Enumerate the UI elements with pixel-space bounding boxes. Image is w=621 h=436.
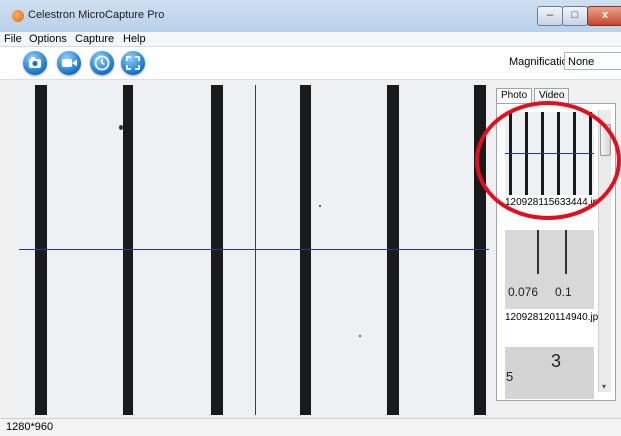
snapshot-icon[interactable] xyxy=(23,51,47,75)
scale-line xyxy=(300,85,311,415)
thumbnail-3[interactable]: 5 3 xyxy=(505,347,594,399)
highlight-circle xyxy=(475,101,621,220)
scale-line xyxy=(211,85,223,415)
thumbnail-label: 0.1 xyxy=(555,285,572,299)
toolbar: Magnification: None xyxy=(0,47,621,80)
tab-photo[interactable]: Photo xyxy=(496,88,533,103)
menu-help[interactable]: Help xyxy=(123,32,146,46)
thumbnail-2[interactable]: 0.076 0.1 xyxy=(505,230,594,309)
scale-line xyxy=(123,85,133,415)
scale-line xyxy=(35,85,47,415)
menu-capture[interactable]: Capture xyxy=(75,32,114,46)
scale-line xyxy=(387,85,399,415)
status-bar: 1280*960 xyxy=(0,418,621,436)
menu-bar: File Options Capture Help xyxy=(0,32,621,47)
thumbnail-label: 5 xyxy=(506,369,514,384)
menu-options[interactable]: Options xyxy=(29,32,67,46)
close-button[interactable]: x xyxy=(587,6,621,26)
crosshair-vertical xyxy=(255,85,256,415)
dust-speck xyxy=(319,205,321,207)
scroll-down-arrow-icon[interactable]: ▾ xyxy=(602,382,606,391)
dust-speck xyxy=(359,335,361,337)
video-camera-icon[interactable] xyxy=(57,51,81,75)
timer-icon[interactable] xyxy=(90,51,114,75)
dust-speck xyxy=(119,125,123,130)
resolution-status: 1280*960 xyxy=(6,421,54,433)
maximize-button[interactable]: □ xyxy=(562,6,588,26)
live-view[interactable] xyxy=(19,85,489,415)
crosshair-horizontal xyxy=(19,249,489,250)
menu-file[interactable]: File xyxy=(4,32,22,46)
window-title: Celestron MicroCapture Pro xyxy=(28,9,165,21)
title-bar: Celestron MicroCapture Pro – □ x xyxy=(0,0,621,32)
thumbnail-caption: 120928120114940.jpg xyxy=(505,312,604,323)
magnification-select[interactable]: None xyxy=(564,52,621,70)
thumbnail-label: 0.076 xyxy=(508,285,539,299)
fullscreen-icon[interactable] xyxy=(121,51,145,75)
minimize-button[interactable]: – xyxy=(537,6,563,26)
app-logo-icon xyxy=(12,10,24,22)
thumbnail-label: 3 xyxy=(551,351,562,371)
